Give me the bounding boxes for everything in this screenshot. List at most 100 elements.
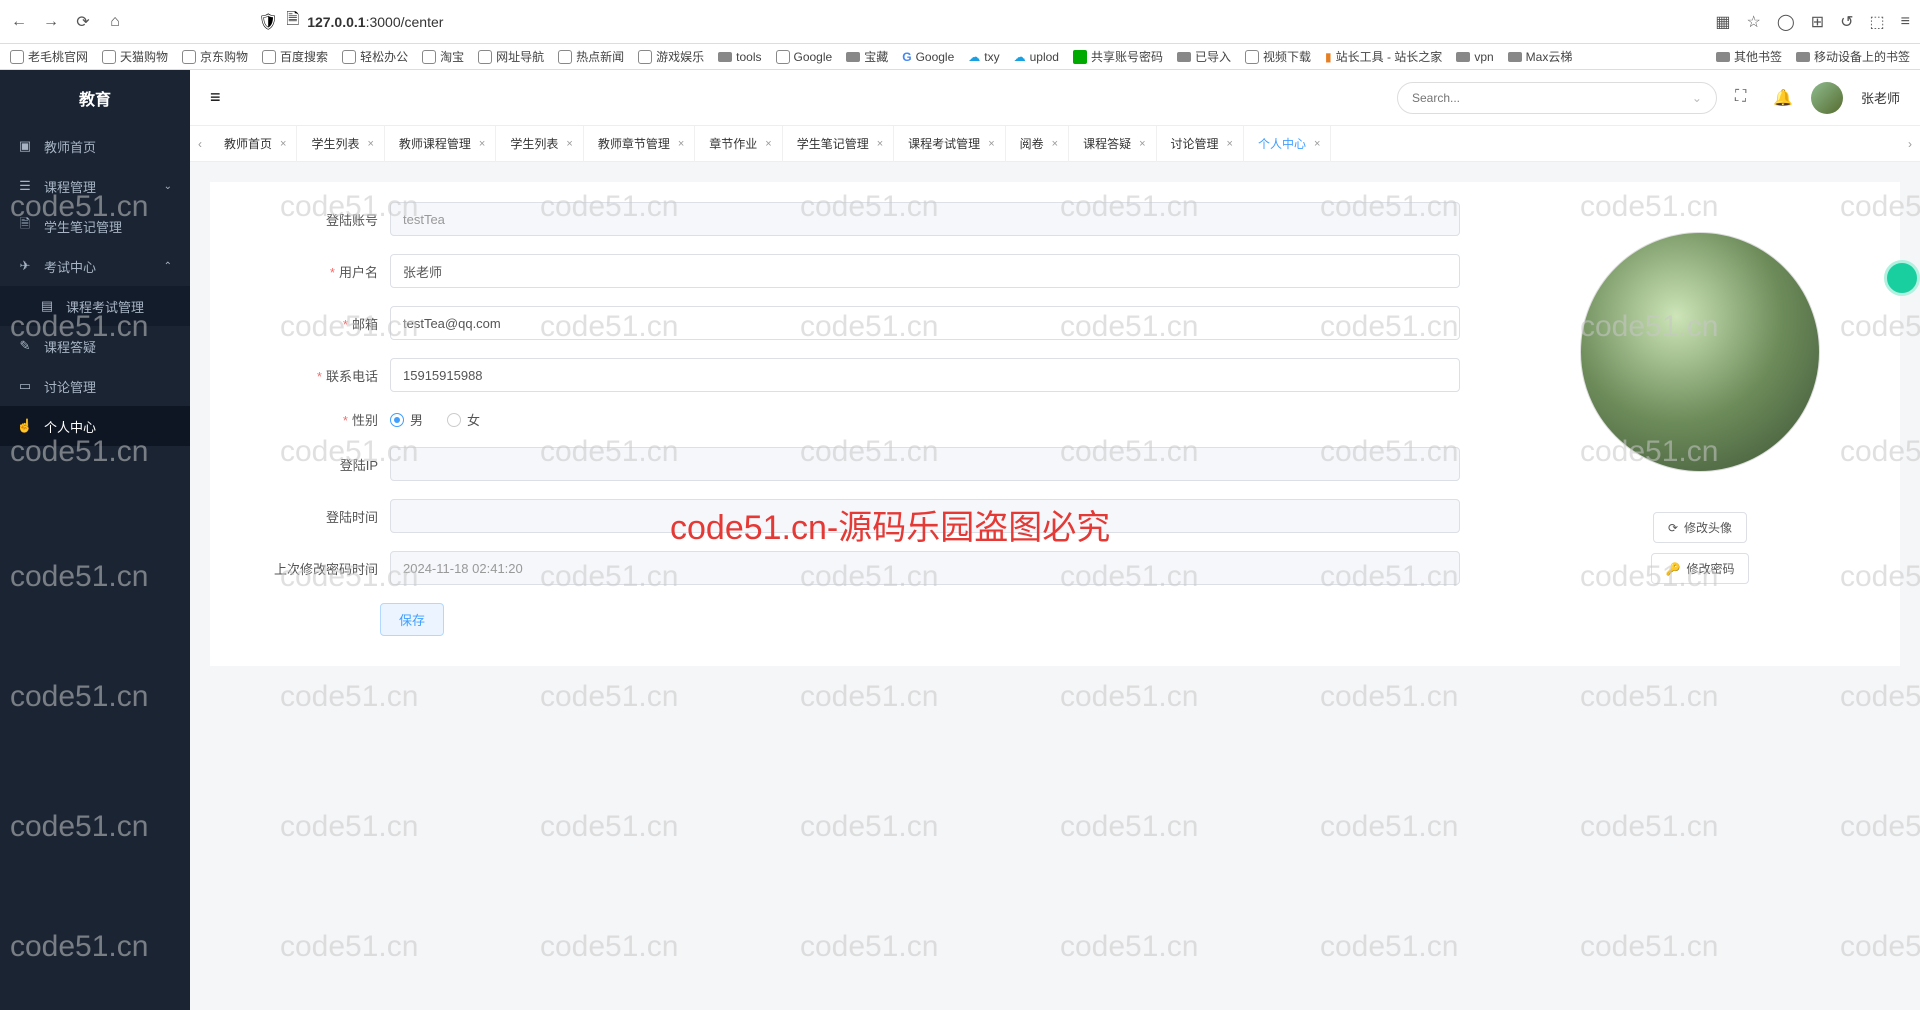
bookmark-item[interactable]: 百度搜索 xyxy=(262,48,328,65)
sidebar-item[interactable]: ✈考试中心⌃ xyxy=(0,246,190,286)
forward-icon[interactable]: → xyxy=(42,13,60,31)
url-path: :3000/center xyxy=(366,14,444,30)
close-icon[interactable]: × xyxy=(765,138,771,150)
tabs-scroll-right-icon[interactable]: › xyxy=(1900,137,1920,151)
chevron-up-icon: ⌃ xyxy=(164,261,172,272)
avatar[interactable] xyxy=(1811,82,1843,114)
tab[interactable]: 讨论管理× xyxy=(1157,126,1244,162)
bookmark-item[interactable]: 游戏娱乐 xyxy=(638,48,704,65)
bookmark-item[interactable]: 视频下载 xyxy=(1245,48,1311,65)
bookmark-item[interactable]: 轻松办公 xyxy=(342,48,408,65)
phone-field[interactable] xyxy=(390,358,1460,392)
sidebar-item[interactable]: ▤课程考试管理 xyxy=(0,286,190,326)
radio-icon xyxy=(447,413,461,427)
upload-icon: ⟳ xyxy=(1668,521,1678,535)
menu-icon[interactable]: ≡ xyxy=(1901,13,1910,31)
sidebar-item[interactable]: 🗎学生笔记管理 xyxy=(0,206,190,246)
nav-icon: ✎ xyxy=(18,339,32,353)
bookmark-item[interactable]: GGoogle xyxy=(902,50,954,64)
tabs-scroll-left-icon[interactable]: ‹ xyxy=(190,137,210,151)
login-account-field xyxy=(390,202,1460,236)
close-icon[interactable]: × xyxy=(566,138,572,150)
extensions-icon[interactable]: ⊞ xyxy=(1811,12,1824,32)
tab[interactable]: 学生列表× xyxy=(496,126,583,162)
close-icon[interactable]: × xyxy=(877,138,883,150)
bookmark-item[interactable]: ▮站长工具 - 站长之家 xyxy=(1325,48,1442,65)
sidebar-item[interactable]: ☝个人中心 xyxy=(0,406,190,446)
nav-icon: 🗎 xyxy=(18,219,32,233)
home-icon[interactable]: ⌂ xyxy=(106,13,124,31)
account-icon[interactable]: ◯ xyxy=(1777,12,1795,32)
bookmark-item[interactable]: 移动设备上的书签 xyxy=(1796,48,1910,65)
tab[interactable]: 教师课程管理× xyxy=(385,126,496,162)
bookmark-item[interactable]: Max云梯 xyxy=(1508,48,1573,65)
tab[interactable]: 个人中心× xyxy=(1244,126,1331,162)
search-box[interactable]: ⌄ xyxy=(1397,82,1717,114)
sidebar-title: 教育 xyxy=(0,70,190,126)
bell-icon[interactable]: 🔔 xyxy=(1773,88,1793,108)
bookmark-item[interactable]: 其他书签 xyxy=(1716,48,1782,65)
tab[interactable]: 阅卷× xyxy=(1006,126,1069,162)
radio-selected-icon xyxy=(390,413,404,427)
gender-female-radio[interactable]: 女 xyxy=(447,410,480,429)
close-icon[interactable]: × xyxy=(479,138,485,150)
bookmark-item[interactable]: 宝藏 xyxy=(846,48,888,65)
change-password-button[interactable]: 🔑修改密码 xyxy=(1651,553,1750,584)
sidebar-item[interactable]: ▣教师首页 xyxy=(0,126,190,166)
bookmark-item[interactable]: 淘宝 xyxy=(422,48,464,65)
nav-icon: ▣ xyxy=(18,139,32,153)
bookmark-item[interactable]: vpn xyxy=(1456,50,1493,64)
save-button[interactable]: 保存 xyxy=(380,603,444,636)
bookmark-item[interactable]: 热点新闻 xyxy=(558,48,624,65)
sidebar-item[interactable]: ✎课程答疑 xyxy=(0,326,190,366)
login-account-label: 登陆账号 xyxy=(250,210,390,229)
star-icon[interactable]: ☆ xyxy=(1746,12,1760,32)
bookmark-item[interactable]: tools xyxy=(718,50,761,64)
close-icon[interactable]: × xyxy=(678,138,684,150)
username-field[interactable] xyxy=(390,254,1460,288)
shield-icon: 🛡 xyxy=(258,12,278,32)
bookmark-item[interactable]: 网址导航 xyxy=(478,48,544,65)
sidebar-item[interactable]: ☰课程管理⌄ xyxy=(0,166,190,206)
search-input[interactable] xyxy=(1412,91,1692,105)
download-icon[interactable]: ⬚ xyxy=(1870,12,1885,32)
bookmark-item[interactable]: 京东购物 xyxy=(182,48,248,65)
close-icon[interactable]: × xyxy=(1227,138,1233,150)
bookmark-item[interactable]: ☁uplod xyxy=(1014,50,1059,64)
close-icon[interactable]: × xyxy=(988,138,994,150)
bookmark-item[interactable]: 老毛桃官网 xyxy=(10,48,88,65)
bookmark-item[interactable]: 已导入 xyxy=(1177,48,1231,65)
email-field[interactable] xyxy=(390,306,1460,340)
close-icon[interactable]: × xyxy=(1314,138,1320,150)
tab[interactable]: 章节作业× xyxy=(695,126,782,162)
close-icon[interactable]: × xyxy=(1139,138,1145,150)
hamburger-icon[interactable]: ≡ xyxy=(210,87,221,108)
bookmark-item[interactable]: 天猫购物 xyxy=(102,48,168,65)
bookmark-item[interactable]: Google xyxy=(776,50,833,64)
change-avatar-button[interactable]: ⟳修改头像 xyxy=(1653,512,1747,543)
gender-label: 性别 xyxy=(250,410,390,429)
undo-icon[interactable]: ↺ xyxy=(1840,12,1853,32)
close-icon[interactable]: × xyxy=(1052,138,1058,150)
qr-icon[interactable]: ▦ xyxy=(1715,12,1730,32)
bookmark-item[interactable]: ☁txy xyxy=(968,50,999,64)
back-icon[interactable]: ← xyxy=(10,13,28,31)
chevron-down-icon: ⌄ xyxy=(164,181,172,192)
fullscreen-icon[interactable]: ⛶ xyxy=(1735,88,1755,108)
tab[interactable]: 学生列表× xyxy=(297,126,384,162)
tab[interactable]: 教师章节管理× xyxy=(584,126,695,162)
bookmark-item[interactable]: 共享账号密码 xyxy=(1073,48,1163,65)
tab[interactable]: 课程考试管理× xyxy=(894,126,1005,162)
search-dropdown-icon[interactable]: ⌄ xyxy=(1692,91,1702,105)
close-icon[interactable]: × xyxy=(280,138,286,150)
tab[interactable]: 学生笔记管理× xyxy=(783,126,894,162)
gender-male-radio[interactable]: 男 xyxy=(390,410,423,429)
close-icon[interactable]: × xyxy=(367,138,373,150)
address-bar[interactable]: 🛡 🗎 127.0.0.1:3000/center xyxy=(258,8,1268,35)
sidebar-item[interactable]: ▭讨论管理 xyxy=(0,366,190,406)
tab[interactable]: 教师首页× xyxy=(210,126,297,162)
sidebar: 教育 ▣教师首页☰课程管理⌄🗎学生笔记管理✈考试中心⌃▤课程考试管理✎课程答疑▭… xyxy=(0,70,190,1010)
reload-icon[interactable]: ⟳ xyxy=(74,13,92,31)
floating-widget[interactable] xyxy=(1884,260,1920,296)
tab[interactable]: 课程答疑× xyxy=(1069,126,1156,162)
